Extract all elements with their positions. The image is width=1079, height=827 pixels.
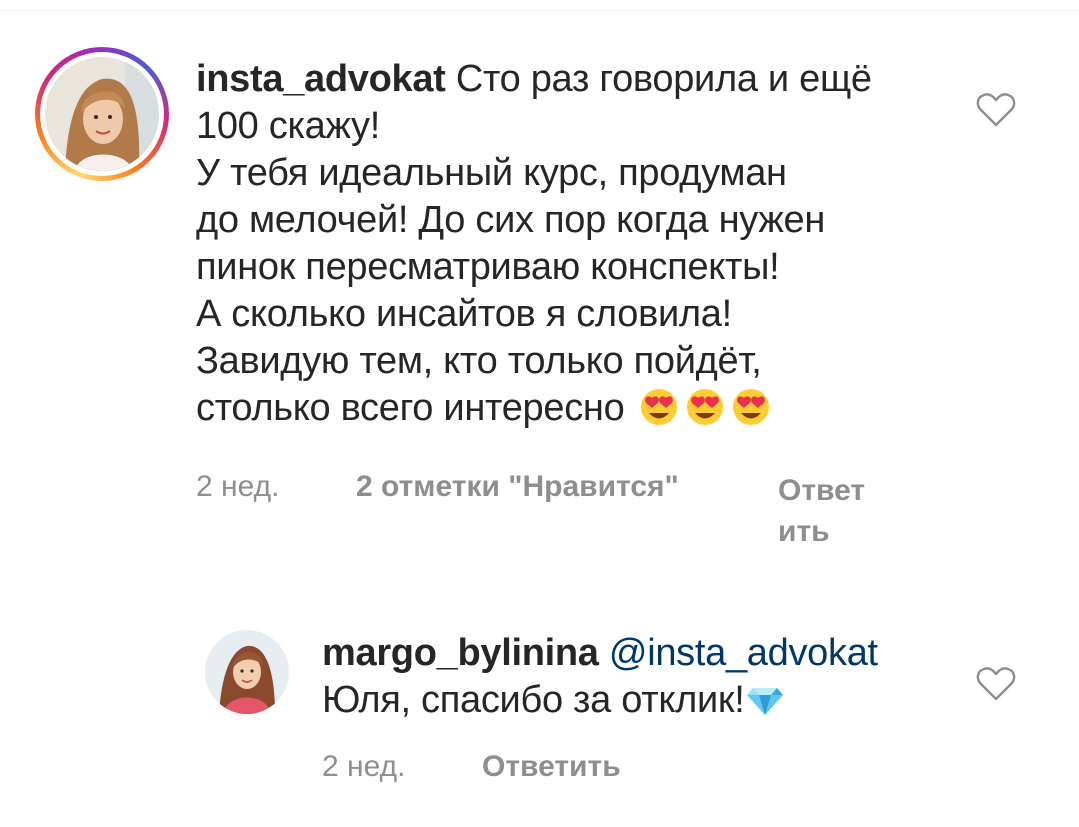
heart-outline-icon[interactable] (976, 92, 1016, 128)
heart-eyes-emoji (683, 386, 727, 438)
reply-label-line2: ить (778, 515, 830, 548)
comment-text-line: А сколько инсайтов я словила! (196, 293, 732, 335)
story-ring-avatar[interactable] (35, 47, 169, 181)
reply-button[interactable]: Ответ ить (778, 470, 865, 552)
comment-margo-bylinina: margo_bylinina @insta_advokat Юля, спаси… (0, 600, 1079, 827)
comment-body: insta_advokat Сто раз говорила и ещё 100… (196, 56, 956, 438)
heart-eyes-emoji (729, 386, 773, 438)
comment-insta-advokat: insta_advokat Сто раз говорила и ещё 100… (0, 0, 1079, 560)
likes-count-button[interactable]: 2 отметки "Нравится" (356, 470, 679, 504)
comment-text-line: до мелочей! До сих пор когда нужен (196, 199, 826, 241)
heart-eyes-emoji (637, 386, 681, 438)
reply-button[interactable]: Ответить (482, 750, 621, 784)
comment-text-line: столько всего интересно (196, 387, 625, 429)
avatar (45, 57, 159, 171)
comment-meta: 2 нед. 2 отметки "Нравится" Ответ ить (196, 470, 956, 550)
comment-text-line: У тебя идеальный курс, продуман (196, 152, 787, 194)
comment-text-line: 100 скажу! (196, 105, 380, 147)
comment-meta: 2 нед. Ответить (322, 750, 922, 790)
comment-text-line: Юля, спасибо за отклик! (322, 679, 745, 721)
reply-body: margo_bylinina @insta_advokat Юля, спаси… (322, 630, 942, 730)
heart-outline-icon[interactable] (976, 666, 1016, 702)
comment-text-line: Завидую тем, кто только пойдёт, (196, 340, 762, 382)
avatar[interactable] (205, 630, 289, 714)
comment-text-line: Сто раз говорила и ещё (455, 58, 872, 100)
comment-username[interactable]: margo_bylinina (322, 632, 599, 674)
comment-time: 2 нед. (196, 470, 280, 503)
comment-text-line: пинок пересматриваю конспекты! (196, 246, 780, 288)
mention-link[interactable]: @insta_advokat (609, 632, 878, 674)
diamond-emoji (745, 678, 785, 730)
comment-username[interactable]: insta_advokat (196, 58, 446, 100)
comment-time: 2 нед. (322, 750, 406, 783)
reply-label-line1: Ответ (778, 474, 866, 507)
